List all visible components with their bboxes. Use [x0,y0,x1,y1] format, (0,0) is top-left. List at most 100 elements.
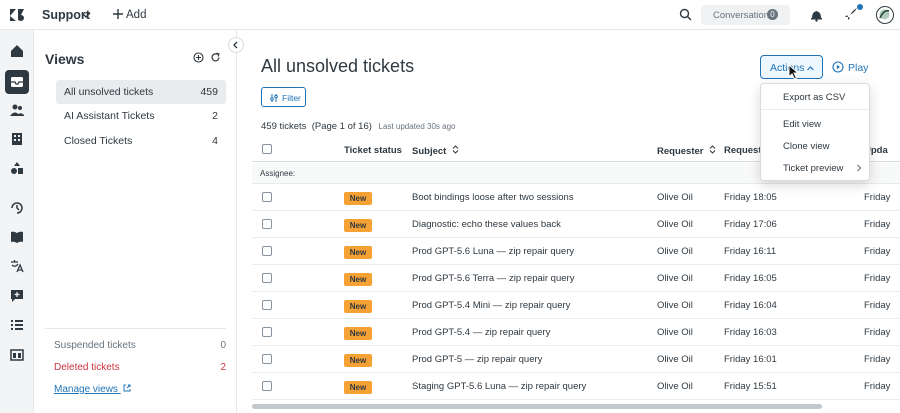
views-title: Views [45,51,85,67]
select-all-checkbox[interactable] [262,144,272,154]
status-badge: New [344,219,372,232]
ticket-requester: Olive Oil [657,192,693,203]
avatar-icon [879,9,890,20]
home-icon[interactable] [10,44,24,58]
organizations-icon[interactable] [10,132,24,146]
ticket-subject[interactable]: Staging GPT-5.6 Luna — zip repair query [412,381,586,392]
ticket-requester-updated: Friday 16:01 [724,354,777,365]
add-button[interactable]: Add [126,9,146,21]
table-row[interactable]: New Prod GPT-5.6 Terra — zip repair quer… [252,265,900,292]
manage-views-link[interactable]: Manage views [54,384,131,395]
ticket-subject[interactable]: Prod GPT-5 — zip repair query [412,354,542,365]
ticket-requester: Olive Oil [657,381,693,392]
horizontal-scrollbar[interactable] [252,404,822,409]
view-count: 4 [212,135,218,147]
deleted-count: 2 [220,362,226,373]
ticket-subject[interactable]: Diagnostic: echo these values back [412,219,561,230]
ticket-requester: Olive Oil [657,219,693,230]
suspended-label: Suspended tickets [54,340,136,351]
play-button[interactable]: Play [832,61,868,76]
table-row[interactable]: New Staging GPT-5.6 Luna — zip repair qu… [252,373,900,400]
conversations-button[interactable]: Conversations 0 [701,5,790,25]
table-row[interactable]: New Prod GPT-5.4 Mini — zip repair query… [252,292,900,319]
reporting-icon[interactable] [10,201,24,215]
table-row[interactable]: New Diagnostic: echo these values back O… [252,211,900,238]
user-avatar[interactable] [876,6,894,24]
filter-label: Filter [282,93,301,103]
admin-icon[interactable] [10,348,24,362]
nav-rail [0,30,34,413]
ticket-updated: Friday [864,327,891,338]
ticket-subject[interactable]: Boot bindings loose after two sessions [412,192,574,203]
column-ticket-status[interactable]: Ticket status [344,145,402,156]
chevron-down-icon[interactable] [80,9,92,21]
row-checkbox[interactable] [262,219,272,229]
knowledge-icon[interactable] [10,230,24,244]
sort-icon [709,145,716,154]
status-badge: New [344,327,372,340]
menu-item-ticket-preview[interactable]: Ticket preview [783,163,843,174]
row-checkbox[interactable] [262,381,272,391]
ticket-requester-updated: Friday 16:05 [724,273,777,284]
top-bar: Support Add Conversations 0 [0,0,900,30]
refresh-icon[interactable] [210,52,221,63]
table-row[interactable]: New Prod GPT-5.4 — zip repair query Oliv… [252,319,900,346]
table-row[interactable]: New Prod GPT-5.6 Luna — zip repair query… [252,238,900,265]
row-checkbox[interactable] [262,273,272,283]
list-icon[interactable] [10,318,24,332]
collapse-panel-button[interactable] [228,37,244,53]
views-icon[interactable] [10,75,24,89]
page-title: All unsolved tickets [261,56,415,76]
menu-item-clone-view[interactable]: Clone view [783,141,829,152]
last-updated: Last updated 30s ago [378,122,456,131]
ticket-updated: Friday [864,192,891,203]
suspended-count: 0 [220,340,226,351]
ticket-requester-updated: Friday 16:03 [724,327,777,338]
ticket-requester-updated: Friday 16:04 [724,300,777,311]
row-checkbox[interactable] [262,246,272,256]
view-count: 2 [212,110,218,122]
ticket-requester: Olive Oil [657,246,693,257]
add-view-icon[interactable] [193,52,204,63]
column-subject[interactable]: Subject [412,145,459,157]
translate-icon[interactable] [10,259,24,273]
status-badge: New [344,192,372,205]
menu-divider [761,109,869,110]
rocket-icon[interactable] [844,7,858,21]
customers-icon[interactable] [10,103,24,117]
view-item-all-unsolved[interactable]: All unsolved tickets 459 [56,80,226,104]
ticket-requester-updated: Friday 16:11 [724,246,777,257]
bell-icon[interactable] [810,8,823,22]
ticket-requester: Olive Oil [657,327,693,338]
actions-menu: Export as CSV Edit view Clone view Ticke… [760,83,870,181]
menu-item-export-csv[interactable]: Export as CSV [783,92,845,103]
ticket-subject[interactable]: Prod GPT-5.4 Mini — zip repair query [412,300,570,311]
ticket-count-summary: 459 tickets (Page 1 of 16) [261,121,372,132]
row-checkbox[interactable] [262,192,272,202]
column-requester[interactable]: Requester [657,145,716,157]
ticket-summary: 459 tickets (Page 1 of 16) Last updated … [261,121,456,132]
ticket-subject[interactable]: Prod GPT-5.6 Luna — zip repair query [412,246,574,257]
view-item-closed[interactable]: Closed Tickets 4 [56,129,226,153]
ticket-updated: Friday [864,381,891,392]
row-checkbox[interactable] [262,354,272,364]
status-badge: New [344,246,372,259]
table-row[interactable]: New Prod GPT-5 — zip repair query Olive … [252,346,900,373]
messaging-icon[interactable] [10,289,24,303]
ticket-subject[interactable]: Prod GPT-5.6 Terra — zip repair query [412,273,574,284]
row-checkbox[interactable] [262,300,272,310]
objects-icon[interactable] [10,161,24,175]
view-item-ai-assistant[interactable]: AI Assistant Tickets 2 [56,104,226,128]
table-row[interactable]: New Boot bindings loose after two sessio… [252,184,900,211]
row-checkbox[interactable] [262,327,272,337]
zendesk-logo-icon[interactable] [9,7,25,23]
menu-item-edit-view[interactable]: Edit view [783,119,821,130]
ticket-subject[interactable]: Prod GPT-5.4 — zip repair query [412,327,550,338]
deleted-tickets-link[interactable]: Deleted tickets 2 [54,362,226,373]
plus-icon[interactable] [112,8,124,20]
filter-button[interactable]: Filter [261,87,306,107]
chevron-right-icon [857,164,862,172]
search-icon[interactable] [679,8,692,21]
suspended-tickets-link[interactable]: Suspended tickets 0 [54,340,226,351]
sort-icon [452,145,459,154]
